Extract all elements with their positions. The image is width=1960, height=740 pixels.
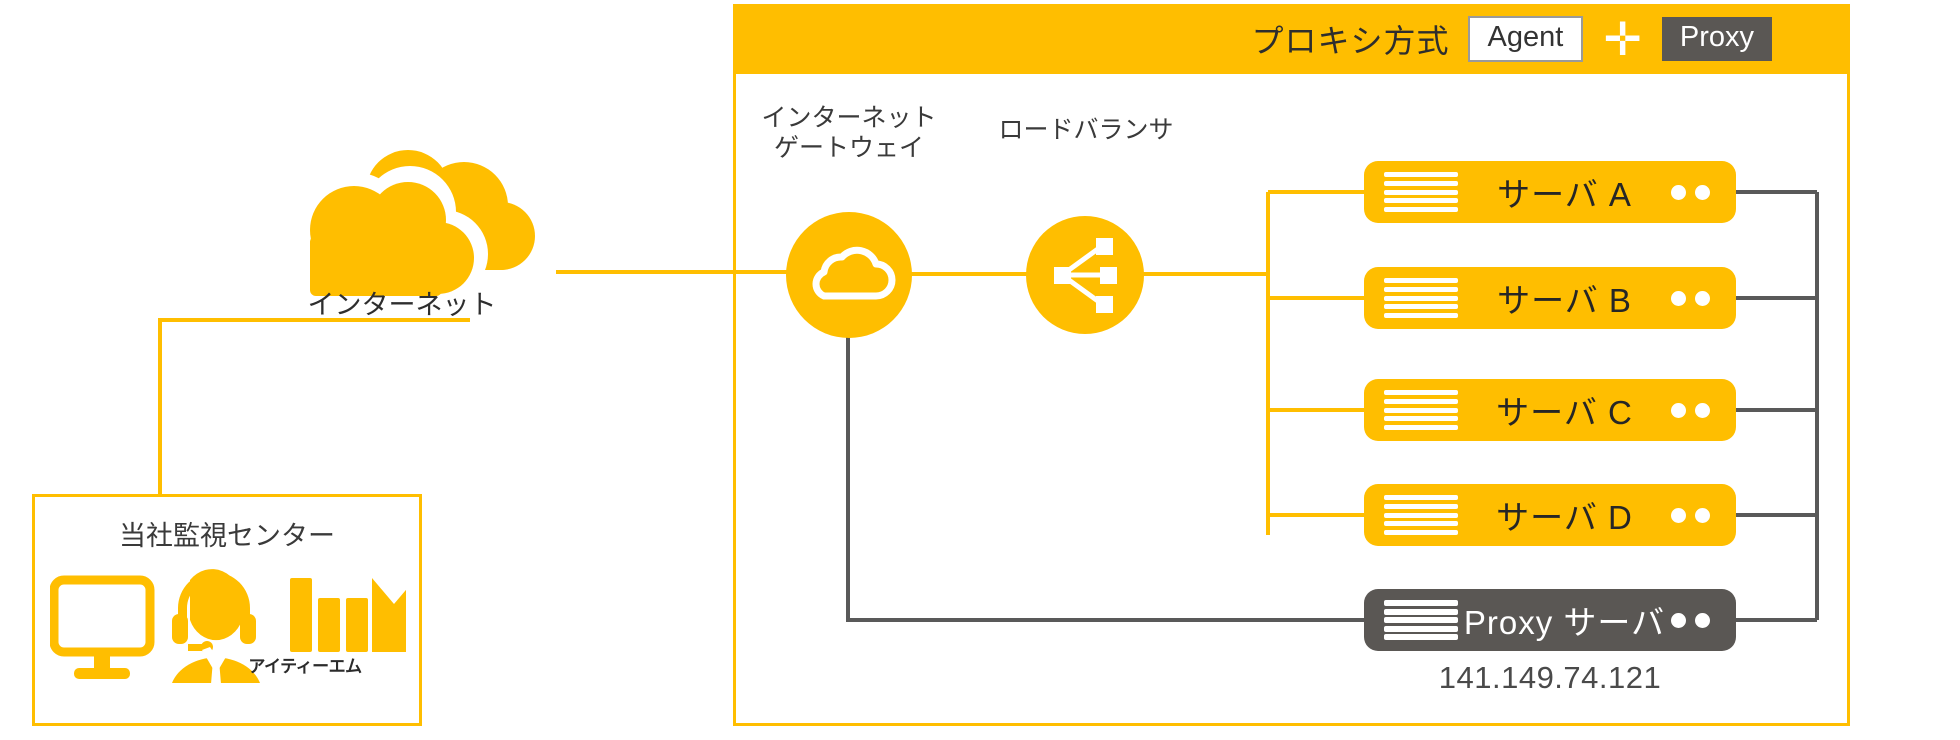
proxy-server-row[interactable]: Proxy サーバ — [1364, 589, 1736, 651]
internet-gateway-icon — [786, 212, 912, 338]
server-status-dots — [1671, 184, 1710, 200]
proxy-ip-address: 141.149.74.121 — [1438, 660, 1662, 695]
frame-header: プロキシ方式 Agent ✛ Proxy — [733, 4, 1850, 74]
server-name: サーバ D — [1496, 499, 1633, 536]
agent-badge[interactable]: Agent — [1467, 16, 1584, 62]
proxy-badge[interactable]: Proxy — [1661, 17, 1772, 61]
server-name: Proxy サーバ — [1463, 604, 1666, 641]
server-rack-icon — [1384, 495, 1458, 535]
server-status-dots — [1671, 402, 1710, 418]
server-name: サーバ A — [1497, 176, 1632, 213]
diagram-canvas: プロキシ方式 Agent ✛ Proxy インターネット インターネット ゲート… — [0, 0, 1960, 740]
server-rack-icon — [1384, 600, 1458, 640]
plus-icon: ✛ — [1603, 12, 1642, 65]
itm-company-label: アイティーエム — [248, 657, 362, 676]
server-rack-icon — [1384, 278, 1458, 318]
monitor-icon — [49, 575, 155, 679]
internet-label: インターネット — [307, 290, 497, 320]
server-status-dots — [1671, 612, 1710, 628]
table-row[interactable]: サーバ B — [1364, 267, 1736, 329]
table-row[interactable]: サーバ C — [1364, 379, 1736, 441]
server-name: サーバ B — [1497, 282, 1632, 319]
load-balancer-icon — [1026, 216, 1144, 334]
server-rack-icon — [1384, 172, 1458, 212]
internet-cloud — [258, 150, 558, 300]
load-balancer-label: ロードバランサ — [998, 116, 1174, 144]
monitoring-center-title: 当社監視センター — [119, 521, 335, 551]
frame-title: プロキシ方式 — [1251, 23, 1450, 59]
internet-gateway-label: インターネット ゲートウェイ — [761, 104, 937, 162]
server-name: サーバ C — [1496, 394, 1633, 431]
table-row[interactable]: サーバ D — [1364, 484, 1736, 546]
itm-logo-icon — [290, 578, 416, 652]
server-status-dots — [1671, 290, 1710, 306]
server-status-dots — [1671, 507, 1710, 523]
server-rack-icon — [1384, 390, 1458, 430]
server-row[interactable]: サーバ A — [1364, 161, 1736, 223]
